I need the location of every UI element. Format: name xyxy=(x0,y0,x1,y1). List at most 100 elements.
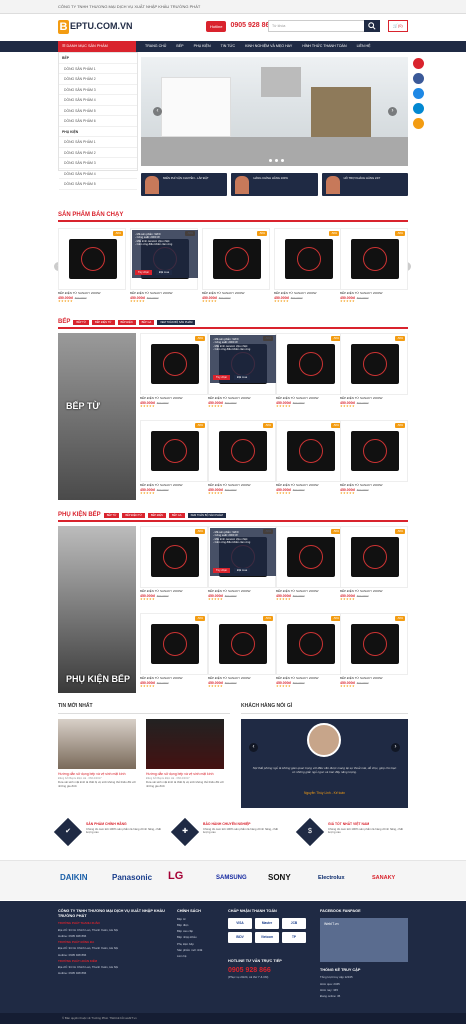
product-card[interactable]: -50% BẾP ĐIỆN TỪ SANAKY 2000W 450.000đ 890.… xyxy=(276,526,344,602)
news-title[interactable]: Hướng dẫn sử dụng bếp và vệ sinh mặt kín… xyxy=(146,772,224,776)
brand-sony[interactable]: SONY xyxy=(268,873,291,883)
footer-link[interactable]: Sản phẩm mới nhất xyxy=(177,948,221,953)
sidebar-item[interactable]: DÒNG SẢN PHẨM 3 xyxy=(59,158,137,169)
brand-electrolux[interactable]: Electrolux xyxy=(318,875,345,882)
tag-electric-induction[interactable]: BẾP ĐIỆN TỪ xyxy=(91,319,115,325)
sidebar-group-accessories[interactable]: PHỤ KIỆN xyxy=(59,127,137,137)
facebook-icon[interactable] xyxy=(413,73,424,84)
product-card[interactable]: -50%- Mã sản phẩm: 92F9- Công suất: 2000… xyxy=(130,228,198,304)
sidebar-item[interactable]: DÒNG SẢN PHẨM 4 xyxy=(59,169,137,179)
options-button[interactable]: Tùy chọn xyxy=(135,269,153,275)
tag-electric[interactable]: BẾP ĐIỆN xyxy=(147,512,166,518)
category-menu-button[interactable]: ☰ DANH MỤC SẢN PHẨM xyxy=(58,41,136,52)
phone-icon[interactable] xyxy=(413,118,424,129)
branch-phone[interactable]: Hotline: 0905 928 866 xyxy=(58,972,168,976)
nav-item-news[interactable]: TIN TỨC xyxy=(216,41,241,52)
product-card[interactable]: -50% BẾP ĐIỆN TỪ SANAKY 2000W 450.000đ 890.… xyxy=(140,333,208,409)
slider-prev-icon[interactable]: ‹ xyxy=(153,107,162,116)
testimonial-prev-icon[interactable]: ‹ xyxy=(249,743,258,752)
sidebar-item[interactable]: DÒNG SẢN PHẨM 4 xyxy=(59,95,137,106)
news-item[interactable]: Hướng dẫn sử dụng bếp và vệ sinh mặt kín… xyxy=(146,719,224,788)
tag-induction[interactable]: BẾP TỪ xyxy=(73,319,89,325)
product-card[interactable]: -50% BẾP ĐIỆN TỪ SANAKY 2000W 450.000đ 890.… xyxy=(340,228,408,304)
product-card[interactable]: -50% BẾP ĐIỆN TỪ SANAKY 2000W 450.000đ 890.… xyxy=(340,333,408,409)
tag-view-all[interactable]: XEM TOÀN BỘ SẢN PHẨM xyxy=(187,512,226,518)
logo[interactable]: B EPTU.COM.VN xyxy=(58,20,133,34)
footer-link[interactable]: Liên hệ xyxy=(177,954,221,959)
testimonial-next-icon[interactable]: › xyxy=(391,743,400,752)
slider-next-icon[interactable]: › xyxy=(388,107,397,116)
sidebar-item[interactable]: DÒNG SẢN PHẨM 2 xyxy=(59,148,137,158)
product-card[interactable]: -50% BẾP ĐIỆN TỪ SANAKY 2000W 450.000đ 890.… xyxy=(202,228,270,304)
nav-item-payment[interactable]: HÌNH THỨC THANH TOÁN xyxy=(297,41,351,52)
product-card[interactable]: -50% BẾP ĐIỆN TỪ SANAKY 2000W 450.000đ 890.… xyxy=(140,613,208,689)
tag-gas[interactable]: BẾP GA xyxy=(138,319,155,325)
sidebar-item[interactable]: DÒNG SẢN PHẨM 5 xyxy=(59,179,137,190)
zalo-icon[interactable] xyxy=(413,88,424,99)
sidebar-item[interactable]: DÒNG SẢN PHẨM 2 xyxy=(59,74,137,85)
product-card[interactable]: -50% BẾP ĐIỆN TỪ SANAKY 2000W 450.000đ 890.… xyxy=(276,420,344,496)
product-card[interactable]: -50% BẾP ĐIỆN TỪ SANAKY 2000W 450.000đ 890.… xyxy=(274,228,342,304)
banner-genuine[interactable]: HÀNG CHÍNH HÃNG 100% xyxy=(231,173,318,196)
product-card[interactable]: -50% BẾP ĐIỆN TỪ SANAKY 2000W 450.000đ 890.… xyxy=(58,228,126,304)
product-card[interactable]: -50% BẾP ĐIỆN TỪ SANAKY 2000W 450.000đ 890.… xyxy=(340,613,408,689)
search-input[interactable]: Từ khóa xyxy=(268,20,380,32)
product-card[interactable]: -50% BẾP ĐIỆN TỪ SANAKY 2000W 450.000đ 890.… xyxy=(140,420,208,496)
brand-samsung[interactable]: SAMSUNG xyxy=(216,875,247,883)
tag-electric[interactable]: BẾP ĐIỆN xyxy=(117,319,136,325)
footer-link[interactable]: Bếp từ xyxy=(177,917,221,922)
cart-button[interactable]: 🛒(0) xyxy=(388,20,408,32)
sidebar-item[interactable]: DÒNG SẢN PHẨM 6 xyxy=(59,116,137,127)
product-card[interactable]: -50% BẾP ĐIỆN TỪ SANAKY 2000W 450.000đ 890.… xyxy=(140,526,208,602)
footer-link[interactable]: Bếp điện xyxy=(177,923,221,928)
options-button[interactable]: Tùy chọn xyxy=(213,374,231,380)
slider-dots[interactable] xyxy=(269,159,284,162)
banner-free-shipping[interactable]: MIỄN PHÍ VẬN CHUYỂN - LẮP ĐẶT xyxy=(141,173,228,196)
product-card[interactable]: -50%- Mã sản phẩm: 92F9- Công suất: 2000… xyxy=(208,333,276,409)
options-button[interactable]: Tùy chọn xyxy=(213,567,231,573)
hotline[interactable]: Hotline 0905 928 866 xyxy=(206,21,273,32)
tag-gas[interactable]: BẾP GA xyxy=(168,512,185,518)
sidebar-item[interactable]: DÒNG SẢN PHẨM 5 xyxy=(59,106,137,116)
nav-item-accessories[interactable]: PHỤ KIỆN xyxy=(189,41,216,52)
skype-icon[interactable] xyxy=(413,103,424,114)
order-button[interactable]: Đặt mua xyxy=(234,567,251,573)
nav-item-stove[interactable]: BẾP xyxy=(171,41,188,52)
brand-lg[interactable]: LG xyxy=(168,870,183,884)
order-button[interactable]: Đặt mua xyxy=(234,374,251,380)
tag-induction[interactable]: BẾP TỪ xyxy=(103,512,120,518)
brand-daikin[interactable]: DAIKIN xyxy=(60,873,88,883)
product-card[interactable]: -50% BẾP ĐIỆN TỪ SANAKY 2000W 450.000đ 890.… xyxy=(276,613,344,689)
product-card[interactable]: -50% BẾP ĐIỆN TỪ SANAKY 2000W 450.000đ 890.… xyxy=(208,613,276,689)
order-button[interactable]: Đặt mua xyxy=(156,269,173,275)
product-card[interactable]: -50% BẾP ĐIỆN TỪ SANAKY 2000W 450.000đ 890.… xyxy=(208,420,276,496)
sidebar-item[interactable]: DÒNG SẢN PHẨM 1 xyxy=(59,64,137,74)
sidebar-item[interactable]: DÒNG SẢN PHẨM 3 xyxy=(59,85,137,95)
nav-item-tips[interactable]: KINH NGHIỆM VÀ MẸO HAY xyxy=(240,41,297,52)
stove-banner-image[interactable]: BẾP TỪ xyxy=(58,333,136,500)
news-title[interactable]: Hướng dẫn sử dụng bếp và vệ sinh mặt kín… xyxy=(58,772,136,776)
brand-sanaky[interactable]: SANAKY xyxy=(372,875,395,882)
search-button[interactable] xyxy=(364,20,380,32)
share-icon[interactable] xyxy=(413,58,424,69)
footer-link[interactable]: Bếp cao cấp xyxy=(177,930,221,934)
facebook-widget[interactable]: WebIT.vn xyxy=(320,917,408,962)
accessories-banner-image[interactable]: PHỤ KIỆN BẾP xyxy=(58,526,136,693)
brand-panasonic[interactable]: Panasonic xyxy=(112,873,152,883)
product-card[interactable]: -50%- Mã sản phẩm: 92F9- Công suất: 2000… xyxy=(208,526,276,602)
product-card[interactable]: -50% BẾP ĐIỆN TỪ SANAKY 2000W 450.000đ 890.… xyxy=(340,526,408,602)
banner-support[interactable]: HỖ TRỢ KHÁCH HÀNG 24/7 xyxy=(321,173,408,196)
nav-item-contact[interactable]: LIÊN HỆ xyxy=(352,41,376,52)
tag-electric-induction[interactable]: BẾP ĐIỆN TỪ xyxy=(122,512,145,518)
footer-link[interactable]: Bếp nhập khẩu xyxy=(177,936,221,940)
hero-slider[interactable]: ‹ › xyxy=(141,57,408,166)
product-card[interactable]: -50% BẾP ĐIỆN TỪ SANAKY 2000W 450.000đ 890.… xyxy=(276,333,344,409)
branch-phone[interactable]: Hotline: 0905 928 866 xyxy=(58,953,168,958)
product-card[interactable]: -50% BẾP ĐIỆN TỪ SANAKY 2000W 450.000đ 890.… xyxy=(340,420,408,496)
footer-link[interactable]: Phụ kiện bếp xyxy=(177,942,221,947)
nav-item-home[interactable]: TRANG CHỦ xyxy=(140,41,171,52)
sidebar-item[interactable]: DÒNG SẢN PHẨM 1 xyxy=(59,137,137,148)
news-item[interactable]: Hướng dẫn sử dụng bếp và vệ sinh mặt kín… xyxy=(58,719,136,788)
branch-phone[interactable]: Hotline: 0905 928 866 xyxy=(58,934,168,939)
sidebar-group-stove[interactable]: BẾP xyxy=(59,53,137,64)
